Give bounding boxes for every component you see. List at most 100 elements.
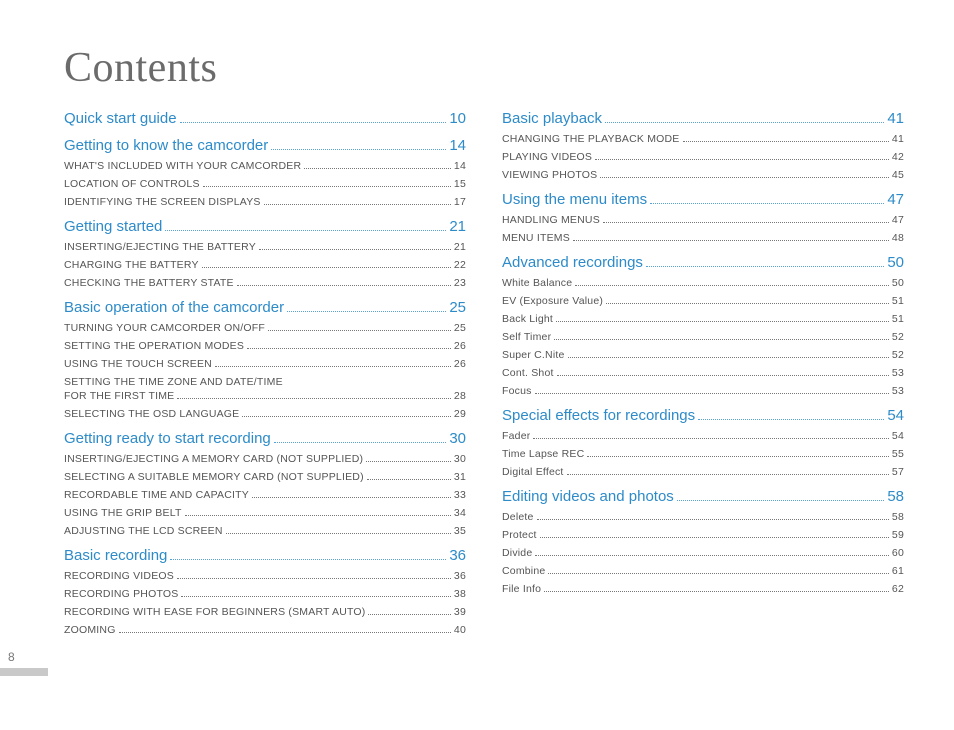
toc-item[interactable]: Divide60 — [502, 547, 904, 559]
toc-item-page: 42 — [892, 151, 904, 163]
page-number: 8 — [8, 650, 15, 664]
toc-item[interactable]: TURNING YOUR CAMCORDER ON/OFF25 — [64, 322, 466, 334]
leader-dots — [181, 596, 450, 597]
toc-item[interactable]: USING THE GRIP BELT34 — [64, 507, 466, 519]
toc-item[interactable]: INSERTING/EJECTING THE BATTERY21 — [64, 241, 466, 253]
toc-item[interactable]: RECORDING WITH EASE FOR BEGINNERS (SMART… — [64, 606, 466, 618]
toc-item-page: 57 — [892, 466, 904, 478]
toc-section[interactable]: Getting ready to start recording30 — [64, 430, 466, 447]
toc-item[interactable]: RECORDABLE TIME AND CAPACITY33 — [64, 489, 466, 501]
toc-item[interactable]: IDENTIFYING THE SCREEN DISPLAYS17 — [64, 196, 466, 208]
leader-dots — [170, 559, 446, 560]
toc-section[interactable]: Editing videos and photos58 — [502, 488, 904, 505]
leader-dots — [180, 122, 447, 123]
toc-item-label: Self Timer — [502, 331, 551, 343]
toc-item[interactable]: SELECTING A SUITABLE MEMORY CARD (NOT SU… — [64, 471, 466, 483]
toc-item[interactable]: Protect59 — [502, 529, 904, 541]
toc-item-label: Divide — [502, 547, 532, 559]
toc-item-label: SETTING THE TIME ZONE AND DATE/TIME — [64, 376, 283, 388]
toc-item[interactable]: LOCATION OF CONTROLS15 — [64, 178, 466, 190]
toc-item[interactable]: Delete58 — [502, 511, 904, 523]
toc-item[interactable]: Self Timer52 — [502, 331, 904, 343]
toc-item-label: CHANGING THE PLAYBACK MODE — [502, 133, 680, 145]
toc-column-left: Quick start guide10 Getting to know the c… — [64, 110, 466, 636]
toc-item[interactable]: RECORDING VIDEOS36 — [64, 570, 466, 582]
toc-item[interactable]: INSERTING/EJECTING A MEMORY CARD (NOT SU… — [64, 453, 466, 465]
toc-item[interactable]: Cont. Shot53 — [502, 367, 904, 379]
toc-section[interactable]: Basic playback 41 — [502, 110, 904, 127]
leader-dots — [677, 500, 885, 501]
toc-item[interactable]: Focus53 — [502, 385, 904, 397]
toc-item-label: RECORDING PHOTOS — [64, 588, 178, 600]
toc-item-label: Digital Effect — [502, 466, 564, 478]
leader-dots — [247, 348, 451, 349]
toc-item-label: Delete — [502, 511, 534, 523]
toc-item[interactable]: ZOOMING 40 — [64, 624, 466, 636]
toc-item-label: LOCATION OF CONTROLS — [64, 178, 200, 190]
toc-item[interactable]: RECORDING PHOTOS38 — [64, 588, 466, 600]
toc-section-label: Advanced recordings — [502, 254, 643, 271]
toc-item-page: 23 — [454, 277, 466, 289]
toc-section-label: Basic playback — [502, 110, 602, 127]
toc-item[interactable]: MENU ITEMS48 — [502, 232, 904, 244]
leader-dots — [237, 285, 451, 286]
toc-section[interactable]: Quick start guide10 — [64, 110, 466, 127]
toc-item-label: TURNING YOUR CAMCORDER ON/OFF — [64, 322, 265, 334]
toc-item[interactable]: CHECKING THE BATTERY STATE23 — [64, 277, 466, 289]
toc-section-page: 41 — [887, 110, 904, 127]
toc-section[interactable]: Getting started21 — [64, 218, 466, 235]
toc-item[interactable]: White Balance50 — [502, 277, 904, 289]
toc-item-page: 17 — [454, 196, 466, 208]
leader-dots — [556, 321, 889, 322]
toc-item[interactable]: File Info62 — [502, 583, 904, 595]
leader-dots — [185, 515, 451, 516]
leader-dots — [177, 398, 451, 399]
toc-item[interactable]: SELECTING THE OSD LANGUAGE29 — [64, 408, 466, 420]
leader-dots — [202, 267, 451, 268]
toc-item[interactable]: PLAYING VIDEOS42 — [502, 151, 904, 163]
page-number-bar — [0, 668, 48, 676]
toc-item[interactable]: Digital Effect 57 — [502, 466, 904, 478]
leader-dots — [177, 578, 451, 579]
toc-item-label: ZOOMING — [64, 624, 116, 636]
toc-item-label: Combine — [502, 565, 545, 577]
toc-item-page: 29 — [454, 408, 466, 420]
toc-item[interactable]: CHANGING THE PLAYBACK MODE41 — [502, 133, 904, 145]
toc-item-label: USING THE GRIP BELT — [64, 507, 182, 519]
toc-item-page: 47 — [892, 214, 904, 226]
toc-item-page: 59 — [892, 529, 904, 541]
toc-item[interactable]: Combine61 — [502, 565, 904, 577]
toc-section-label: Getting to know the camcorder — [64, 137, 268, 154]
toc-item[interactable]: Super C.Nite52 — [502, 349, 904, 361]
toc-section[interactable]: Advanced recordings 50 — [502, 254, 904, 271]
toc-item[interactable]: VIEWING PHOTOS45 — [502, 169, 904, 181]
leader-dots — [567, 474, 889, 475]
toc-section-page: 10 — [449, 110, 466, 127]
toc-item[interactable]: Time Lapse REC55 — [502, 448, 904, 460]
toc-item[interactable]: SETTING THE OPERATION MODES26 — [64, 340, 466, 352]
toc-item-label: EV (Exposure Value) — [502, 295, 603, 307]
toc-item-page: 51 — [892, 295, 904, 307]
toc-section[interactable]: Using the menu items47 — [502, 191, 904, 208]
toc-item[interactable]: SETTING THE TIME ZONE AND DATE/TIME — [64, 376, 466, 388]
toc-section[interactable]: Getting to know the camcorder 14 — [64, 137, 466, 154]
toc-section[interactable]: Basic recording36 — [64, 547, 466, 564]
toc-section-page: 14 — [449, 137, 466, 154]
toc-section-page: 50 — [887, 254, 904, 271]
toc-item[interactable]: Fader54 — [502, 430, 904, 442]
toc-section[interactable]: Basic operation of the camcorder25 — [64, 299, 466, 316]
toc-item-cont[interactable]: FOR THE FIRST TIME28 — [64, 390, 466, 402]
toc-item-page: 40 — [454, 624, 466, 636]
toc-item[interactable]: ADJUSTING THE LCD SCREEN35 — [64, 525, 466, 537]
leader-dots — [537, 519, 889, 520]
leader-dots — [268, 330, 451, 331]
toc-item[interactable]: HANDLING MENUS47 — [502, 214, 904, 226]
toc-item[interactable]: USING THE TOUCH SCREEN26 — [64, 358, 466, 370]
toc-section-page: 36 — [449, 547, 466, 564]
toc-item[interactable]: CHARGING THE BATTERY22 — [64, 259, 466, 271]
toc-item[interactable]: EV (Exposure Value) 51 — [502, 295, 904, 307]
toc-item[interactable]: Back Light51 — [502, 313, 904, 325]
toc-section[interactable]: Special effects for recordings54 — [502, 407, 904, 424]
toc-item[interactable]: WHAT'S INCLUDED WITH YOUR CAMCORDER14 — [64, 160, 466, 172]
leader-dots — [606, 303, 889, 304]
